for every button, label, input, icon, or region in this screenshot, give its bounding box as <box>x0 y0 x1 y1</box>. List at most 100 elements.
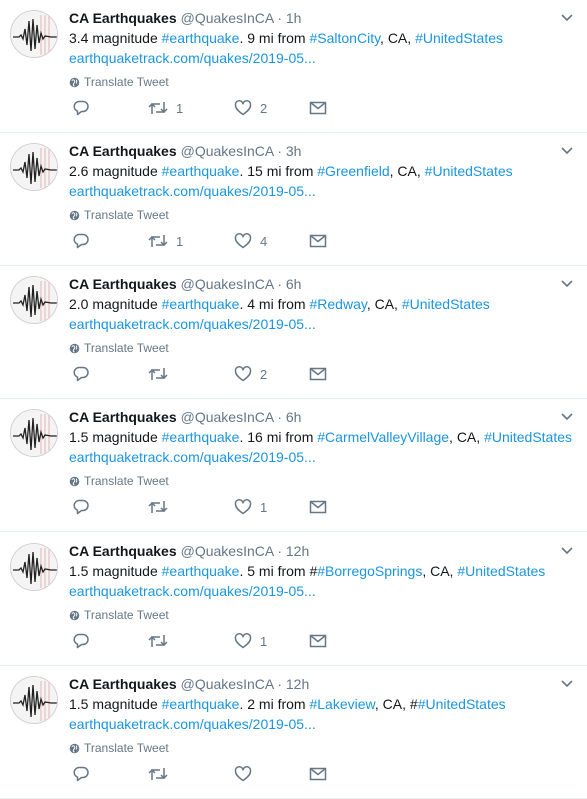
tweet-link[interactable]: earthquaketrack.com/quakes/2019-05... <box>69 583 316 599</box>
tweet[interactable]: CA Earthquakes @QuakesInCA · 6h 1.5 magni… <box>0 399 587 532</box>
hashtag-country[interactable]: #UnitedStates <box>425 163 513 179</box>
hashtag-earthquake[interactable]: #earthquake <box>162 429 240 445</box>
tweet[interactable]: CA Earthquakes @QuakesInCA · 6h 2.0 magni… <box>0 266 587 399</box>
like-button[interactable]: 1 <box>234 495 267 519</box>
hashtag-earthquake[interactable]: #earthquake <box>162 30 240 46</box>
hashtag-place[interactable]: #CarmelValleyVillage <box>317 429 449 445</box>
timestamp[interactable]: 3h <box>286 143 302 159</box>
avatar[interactable] <box>10 676 58 724</box>
tweet-link[interactable]: earthquaketrack.com/quakes/2019-05... <box>69 449 316 465</box>
reply-button[interactable] <box>72 229 90 253</box>
avatar[interactable] <box>10 543 58 591</box>
direct-message-button[interactable] <box>309 629 327 653</box>
chevron-down-icon[interactable] <box>559 276 575 292</box>
avatar[interactable] <box>10 276 58 324</box>
tweet-link[interactable]: earthquaketrack.com/quakes/2019-05... <box>69 316 316 332</box>
display-name[interactable]: CA Earthquakes <box>69 10 177 26</box>
retweet-button[interactable] <box>148 629 176 653</box>
like-button[interactable]: 2 <box>234 96 267 120</box>
hashtag-country[interactable]: #UnitedStates <box>418 696 506 712</box>
like-button[interactable] <box>234 762 260 786</box>
reply-button[interactable] <box>72 495 90 519</box>
tweet[interactable]: CA Earthquakes @QuakesInCA · 1h 3.4 magni… <box>0 0 587 133</box>
tweet-header: CA Earthquakes @QuakesInCA · 6h <box>69 407 301 427</box>
chevron-down-icon[interactable] <box>559 10 575 26</box>
tweet-link[interactable]: earthquaketrack.com/quakes/2019-05... <box>69 716 316 732</box>
retweet-button[interactable] <box>148 362 176 386</box>
timestamp[interactable]: 12h <box>286 676 309 692</box>
translate-tweet-button[interactable]: Translate Tweet <box>69 607 169 623</box>
retweet-icon <box>148 501 168 513</box>
tweet[interactable]: CA Earthquakes @QuakesInCA · 12h 1.5 magn… <box>0 666 587 799</box>
direct-message-button[interactable] <box>309 229 327 253</box>
like-button[interactable]: 2 <box>234 362 267 386</box>
avatar[interactable] <box>10 10 58 58</box>
hashtag-country[interactable]: #UnitedStates <box>484 429 572 445</box>
display-name[interactable]: CA Earthquakes <box>69 543 177 559</box>
timestamp[interactable]: 6h <box>286 409 302 425</box>
translate-tweet-button[interactable]: Translate Tweet <box>69 473 169 489</box>
retweet-button[interactable] <box>148 495 176 519</box>
translate-tweet-button[interactable]: Translate Tweet <box>69 340 169 356</box>
translate-tweet-button[interactable]: Translate Tweet <box>69 207 169 223</box>
hashtag-place[interactable]: #Redway <box>309 296 366 312</box>
reply-button[interactable] <box>72 96 90 120</box>
user-handle[interactable]: @QuakesInCA <box>181 409 274 425</box>
magnitude-text: 2.6 magnitude <box>69 163 162 179</box>
tweet-link-line: earthquaketrack.com/quakes/2019-05... <box>69 181 316 201</box>
direct-message-button[interactable] <box>309 362 327 386</box>
tweet-link[interactable]: earthquaketrack.com/quakes/2019-05... <box>69 183 316 199</box>
translate-tweet-button[interactable]: Translate Tweet <box>69 740 169 756</box>
chevron-down-icon[interactable] <box>559 143 575 159</box>
direct-message-button[interactable] <box>309 495 327 519</box>
tweet[interactable]: CA Earthquakes @QuakesInCA · 3h 2.6 magni… <box>0 133 587 266</box>
tweet[interactable]: CA Earthquakes @QuakesInCA · 12h 1.5 magn… <box>0 533 587 666</box>
hashtag-earthquake[interactable]: #earthquake <box>162 696 240 712</box>
retweet-button[interactable]: 1 <box>148 96 183 120</box>
user-handle[interactable]: @QuakesInCA <box>181 676 274 692</box>
avatar[interactable] <box>10 143 58 191</box>
hashtag-earthquake[interactable]: #earthquake <box>162 163 240 179</box>
reply-button[interactable] <box>72 629 90 653</box>
direct-message-button[interactable] <box>309 96 327 120</box>
reply-button[interactable] <box>72 762 90 786</box>
translate-tweet-button[interactable]: Translate Tweet <box>69 74 169 90</box>
reply-button[interactable] <box>72 362 90 386</box>
user-handle[interactable]: @QuakesInCA <box>181 143 274 159</box>
hashtag-earthquake[interactable]: #earthquake <box>162 296 240 312</box>
hashtag-place[interactable]: #Greenfield <box>317 163 389 179</box>
hashtag-country[interactable]: #UnitedStates <box>402 296 490 312</box>
tweet-link-line: earthquaketrack.com/quakes/2019-05... <box>69 48 316 68</box>
display-name[interactable]: CA Earthquakes <box>69 409 177 425</box>
envelope-icon <box>309 101 327 115</box>
hashtag-place[interactable]: #SaltonCity <box>309 30 380 46</box>
direct-message-button[interactable] <box>309 762 327 786</box>
display-name[interactable]: CA Earthquakes <box>69 676 177 692</box>
timestamp[interactable]: 6h <box>286 276 302 292</box>
like-button[interactable]: 1 <box>234 629 267 653</box>
tweet-text: 1.5 magnitude #earthquake. 2 mi from #La… <box>69 694 506 714</box>
heart-icon <box>234 233 252 249</box>
like-button[interactable]: 4 <box>234 229 267 253</box>
display-name[interactable]: CA Earthquakes <box>69 276 177 292</box>
tweet-text: 3.4 magnitude #earthquake. 9 mi from #Sa… <box>69 28 503 48</box>
hashtag-place[interactable]: #BorregoSprings <box>317 563 422 579</box>
display-name[interactable]: CA Earthquakes <box>69 143 177 159</box>
hashtag-place[interactable]: #Lakeview <box>309 696 374 712</box>
hashtag-earthquake[interactable]: #earthquake <box>162 563 240 579</box>
chevron-down-icon[interactable] <box>559 543 575 559</box>
timestamp[interactable]: 12h <box>286 543 309 559</box>
like-count: 1 <box>260 633 268 649</box>
avatar[interactable] <box>10 409 58 457</box>
retweet-button[interactable]: 1 <box>148 229 183 253</box>
hashtag-country[interactable]: #UnitedStates <box>415 30 503 46</box>
timestamp[interactable]: 1h <box>286 10 302 26</box>
hashtag-country[interactable]: #UnitedStates <box>457 563 545 579</box>
chevron-down-icon[interactable] <box>559 409 575 425</box>
user-handle[interactable]: @QuakesInCA <box>181 543 274 559</box>
retweet-button[interactable] <box>148 762 176 786</box>
tweet-link[interactable]: earthquaketrack.com/quakes/2019-05... <box>69 50 316 66</box>
user-handle[interactable]: @QuakesInCA <box>181 276 274 292</box>
chevron-down-icon[interactable] <box>559 676 575 692</box>
user-handle[interactable]: @QuakesInCA <box>181 10 274 26</box>
